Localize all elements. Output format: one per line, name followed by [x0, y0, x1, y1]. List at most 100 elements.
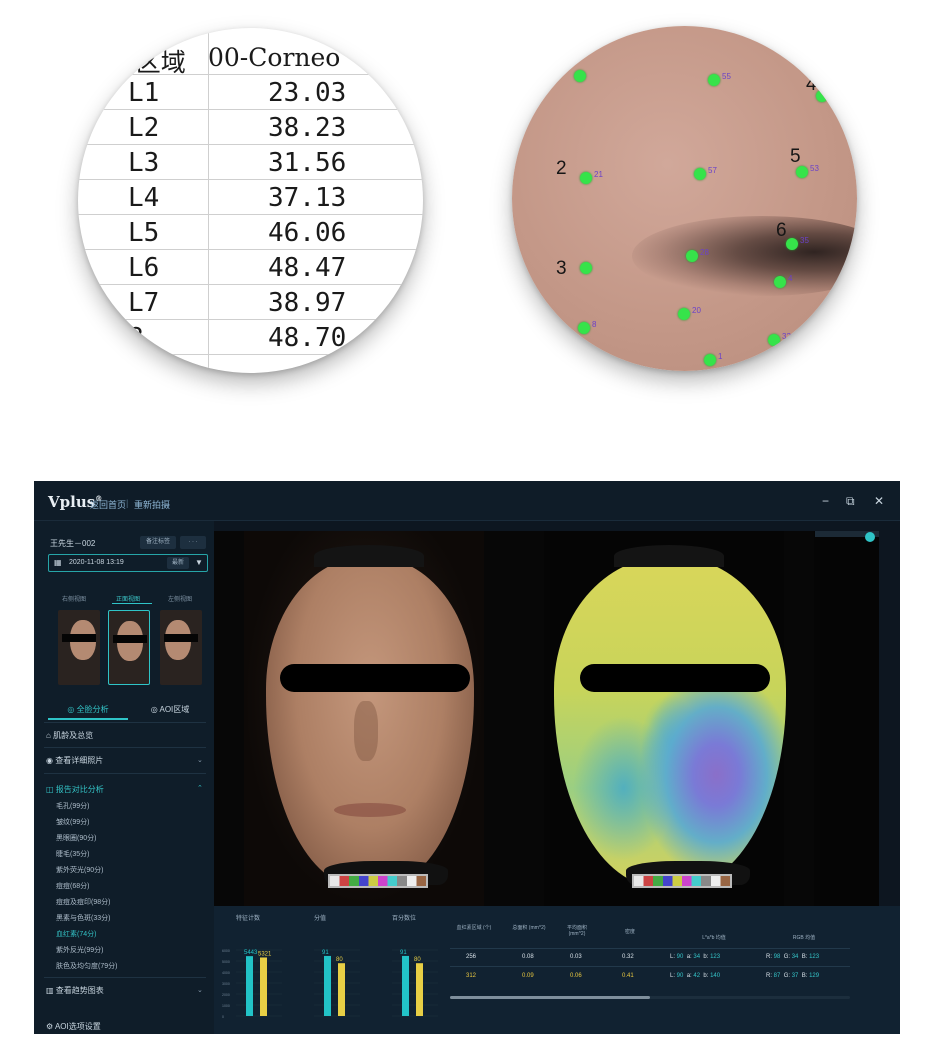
bar-value-label: 80: [336, 957, 343, 963]
privacy-eye-bar: [580, 664, 770, 692]
row2-lab: L: 90 a: 42 b: 140: [670, 973, 721, 979]
nav-separator: |: [126, 498, 129, 508]
point-number: 4: [806, 74, 817, 95]
color-calibration-card: [328, 874, 428, 888]
panel-title: 百分数位: [392, 914, 416, 922]
statistics-bar-charts: 特征计数 6000 5000 4000 3000 2000 1000 0 5443 5321 分值 9…: [222, 914, 438, 1019]
close-icon[interactable]: ✕: [874, 494, 884, 508]
bar-value-label: 5321: [258, 951, 272, 957]
date-selector[interactable]: ▦ 2020-11-08 13:19 最新 ▼: [48, 554, 208, 572]
retake-photo-link[interactable]: 重新拍摄: [134, 498, 170, 511]
tab-aoi-region[interactable]: ◎ AOI区域: [130, 700, 210, 720]
row2-count: 312: [466, 973, 477, 979]
sub-item-dark-circles[interactable]: 黑眼圈(90分): [56, 833, 96, 843]
bar-value-label: 91: [400, 950, 407, 956]
dot-label: 1: [718, 352, 723, 361]
row-region: L3: [128, 148, 160, 178]
dot-label: 4: [788, 274, 793, 283]
camera-visor: [614, 545, 724, 567]
measurement-dot: [704, 354, 716, 366]
divider: [44, 747, 206, 748]
measurement-dot: [574, 70, 586, 82]
sub-item-acne[interactable]: 痘痘(68分): [56, 881, 89, 891]
thumbnail-right[interactable]: [58, 610, 100, 685]
sub-item-hemoglobin[interactable]: 血红素(74分): [56, 929, 96, 939]
stat-bar: [324, 955, 331, 1016]
header-rgb-mean: RGB 均值: [792, 935, 816, 941]
menu-contrast-analysis[interactable]: ◫ 报告对比分析: [46, 784, 104, 795]
axis-tick-label: 2000: [222, 993, 230, 997]
measurement-dot: [678, 308, 690, 320]
bar-value-label: 80: [414, 957, 421, 963]
tab-left-view[interactable]: 左侧视图: [168, 594, 192, 603]
header-lab-mean: L*a*b 均值: [702, 935, 726, 941]
date-value: 2020-11-08 13:19: [69, 559, 124, 566]
row-region: L1: [128, 78, 160, 108]
menu-trend-chart[interactable]: ▥ 查看趋势图表: [46, 985, 104, 996]
sub-item-pores[interactable]: 毛孔(99分): [56, 801, 89, 811]
horizontal-scrollbar[interactable]: [450, 996, 650, 999]
dot-label: 28: [700, 248, 709, 257]
row-value: 38.23: [268, 113, 347, 143]
zoomed-skin-measurement-points: 2 3 4 5 6 55 21 57 53 35 28 4 20 8 32 1 …: [512, 26, 857, 371]
row1-lab: L: 90 a: 34 b: 123: [670, 954, 721, 960]
tag-button[interactable]: 备注标签: [140, 536, 176, 549]
menu-aoi-settings[interactable]: ⚙ AOI选项设置: [46, 1021, 101, 1032]
row1-count: 256: [466, 954, 477, 960]
skin-analysis-app-window: Vplus® 返回首页 | 重新拍摄 − ⧉ ✕ 王先生－002 备注标签 · …: [34, 481, 900, 1034]
table-row: L3 31.56: [78, 145, 423, 180]
restore-icon[interactable]: ⧉: [846, 494, 855, 509]
table-column-divider: [208, 28, 209, 373]
menu-skin-summary[interactable]: ⌂ 肌龄及总览: [46, 730, 93, 741]
measurement-dot: [588, 356, 600, 368]
home-icon: ⌂: [46, 731, 51, 740]
table-row: L4 37.13: [78, 180, 423, 215]
active-tab-underline: [112, 603, 152, 604]
row-value: 31.56: [268, 148, 347, 178]
measurement-dot: [774, 276, 786, 288]
sub-item-wrinkles[interactable]: 皱纹(99分): [56, 817, 89, 827]
hemoglobin-heatmap-photo: [514, 531, 814, 906]
sub-item-eyelashes[interactable]: 睫毛(35分): [56, 849, 89, 859]
minimize-icon[interactable]: −: [822, 494, 829, 508]
sub-item-uv-fluorescence[interactable]: 紫外荧光(90分): [56, 865, 103, 875]
dot-label: 8: [592, 320, 597, 329]
toggle-knob[interactable]: [865, 532, 875, 542]
measurement-dot: [816, 90, 828, 102]
panel-title: 分值: [314, 914, 326, 922]
thumbnail-front[interactable]: [108, 610, 150, 685]
bar-value-label: 91: [322, 950, 329, 956]
row-value: 38.97: [268, 288, 347, 318]
table-row: L1 23.03: [78, 75, 423, 110]
photo-icon: ◉: [46, 756, 53, 765]
chevron-down-icon: ⌄: [197, 757, 203, 764]
panel-title: 特征计数: [236, 914, 260, 922]
tab-front-view[interactable]: 正面视图: [116, 594, 140, 603]
divider: [44, 977, 206, 978]
back-home-link[interactable]: 返回首页: [90, 498, 126, 511]
row2-rgb: R: 87 G: 37 B: 129: [766, 973, 820, 979]
tab-full-face[interactable]: ◎ 全脸分析: [48, 700, 128, 720]
sub-item-acne-marks[interactable]: 痘痘及痘印(98分): [56, 897, 110, 907]
privacy-eye-bar: [280, 664, 470, 692]
table-divider: [450, 966, 850, 967]
more-button[interactable]: · · ·: [180, 536, 206, 549]
measurement-dot: [786, 238, 798, 250]
sub-item-skin-tone[interactable]: 肤色及均匀度(79分): [56, 961, 117, 971]
dot-label: 20: [692, 306, 701, 315]
menu-detail-photos[interactable]: ◉ 查看详细照片: [46, 755, 103, 766]
row-region: L7: [128, 288, 160, 318]
sub-item-uv-reflection[interactable]: 紫外反光(99分): [56, 945, 103, 955]
table-header-row: )区域 00-Corneo: [78, 40, 423, 77]
axis-tick-label: 3000: [222, 982, 230, 986]
dot-label: 11: [602, 354, 611, 363]
chevron-up-icon: ⌃: [197, 785, 203, 792]
tab-right-view[interactable]: 右侧视图: [62, 594, 86, 603]
calendar-icon: ▦: [54, 558, 62, 567]
sub-item-melanin-spots[interactable]: 黑素与色斑(33分): [56, 913, 110, 923]
stat-bar: [416, 963, 423, 1016]
thumbnail-left[interactable]: [160, 610, 202, 685]
row2-area: 0.09: [522, 973, 534, 979]
header-hemoglobin-count: 血红素区域 (个): [456, 925, 492, 931]
chart-icon: ▥: [46, 986, 54, 995]
